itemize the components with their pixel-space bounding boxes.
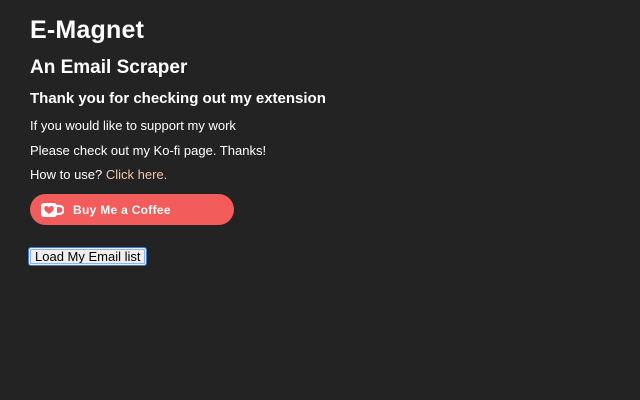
buy-me-a-coffee-label: Buy Me a Coffee (73, 202, 171, 217)
app-title: E-Magnet (30, 16, 145, 44)
how-to-use-label: How to use? (30, 167, 106, 182)
load-email-list-button[interactable]: Load My Email list (28, 247, 148, 266)
support-text: If you would like to support my work (30, 118, 236, 133)
how-to-use: How to use? Click here. (30, 167, 167, 182)
buy-me-a-coffee-button[interactable]: Buy Me a Coffee (30, 194, 234, 225)
kofi-cup-icon (40, 202, 64, 218)
how-to-use-link[interactable]: Click here. (106, 167, 167, 182)
app-subtitle: An Email Scraper (30, 57, 188, 78)
thanks-heading: Thank you for checking out my extension (30, 90, 326, 107)
kofi-text: Please check out my Ko-fi page. Thanks! (30, 143, 267, 158)
